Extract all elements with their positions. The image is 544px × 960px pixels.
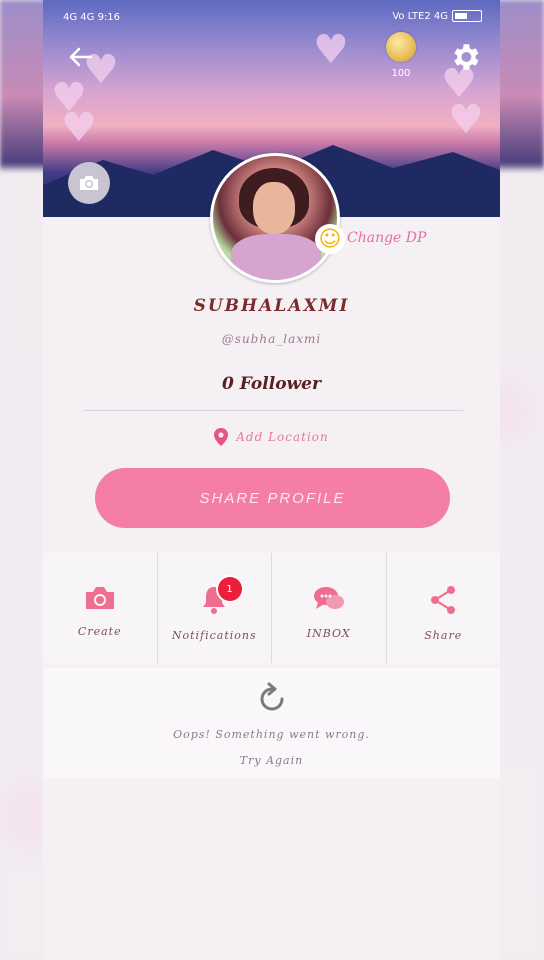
action-bar: Create 1 Notifications INBOX Share [43,553,500,663]
profile-name: SUBHALAXMI [193,296,350,316]
error-panel: Oops! Something went wrong. Try Again [43,668,500,778]
camera-icon [80,176,98,190]
change-cover-button[interactable] [68,162,110,204]
profile-avatar[interactable] [210,153,340,283]
back-arrow-icon[interactable] [65,42,95,72]
heart-decoration: ♥ [448,97,484,143]
share-icon [431,586,456,614]
camera-icon [85,587,114,609]
action-inbox[interactable]: INBOX [271,553,386,663]
try-again-link[interactable]: Try Again [43,754,500,767]
status-bar-left: 4G 4G 9:16 [63,12,121,23]
action-notifications[interactable]: 1 Notifications [156,553,272,663]
chat-icon [313,587,344,609]
follower-count[interactable]: 0 Follower [43,374,500,394]
tongue-emoji-icon[interactable]: ☺ [315,224,345,254]
heart-decoration: ♥ [61,105,97,151]
avatar-face [253,182,295,234]
action-label: INBOX [306,627,351,640]
refresh-icon[interactable] [255,682,289,716]
add-location-label: Add Location [236,430,329,444]
status-bar: 4G 4G 9:16 Vo LTE2 4G [43,8,500,30]
settings-gear-icon[interactable] [448,40,482,74]
coin-icon[interactable] [386,32,416,62]
action-label: Create [77,625,122,638]
battery-icon [452,10,482,22]
location-pin-icon [214,428,229,446]
notification-badge: 1 [215,575,244,603]
action-label: Share [424,629,463,642]
profile-username: @subha_laxmi [221,332,322,346]
share-profile-button[interactable]: SHARE PROFILE [95,468,450,528]
divider [83,410,463,411]
action-create[interactable]: Create [43,553,157,663]
error-message: Oops! Something went wrong. [173,728,370,741]
status-bar-network: Vo LTE2 4G [392,10,448,22]
change-dp-link[interactable]: Change DP [347,230,426,246]
action-label: Notifications [171,629,257,642]
app-screen: ♥ ♥ ♥ ♥ ♥ ♥ 4G 4G 9:16 Vo LTE2 4G 100 ☺ … [43,0,500,960]
heart-decoration: ♥ [313,27,349,73]
action-share[interactable]: Share [385,553,501,663]
add-location-link[interactable]: Add Location [43,428,500,446]
status-bar-right: Vo LTE2 4G [392,10,482,22]
coin-count: 100 [391,68,411,79]
avatar-clothing [231,234,321,280]
